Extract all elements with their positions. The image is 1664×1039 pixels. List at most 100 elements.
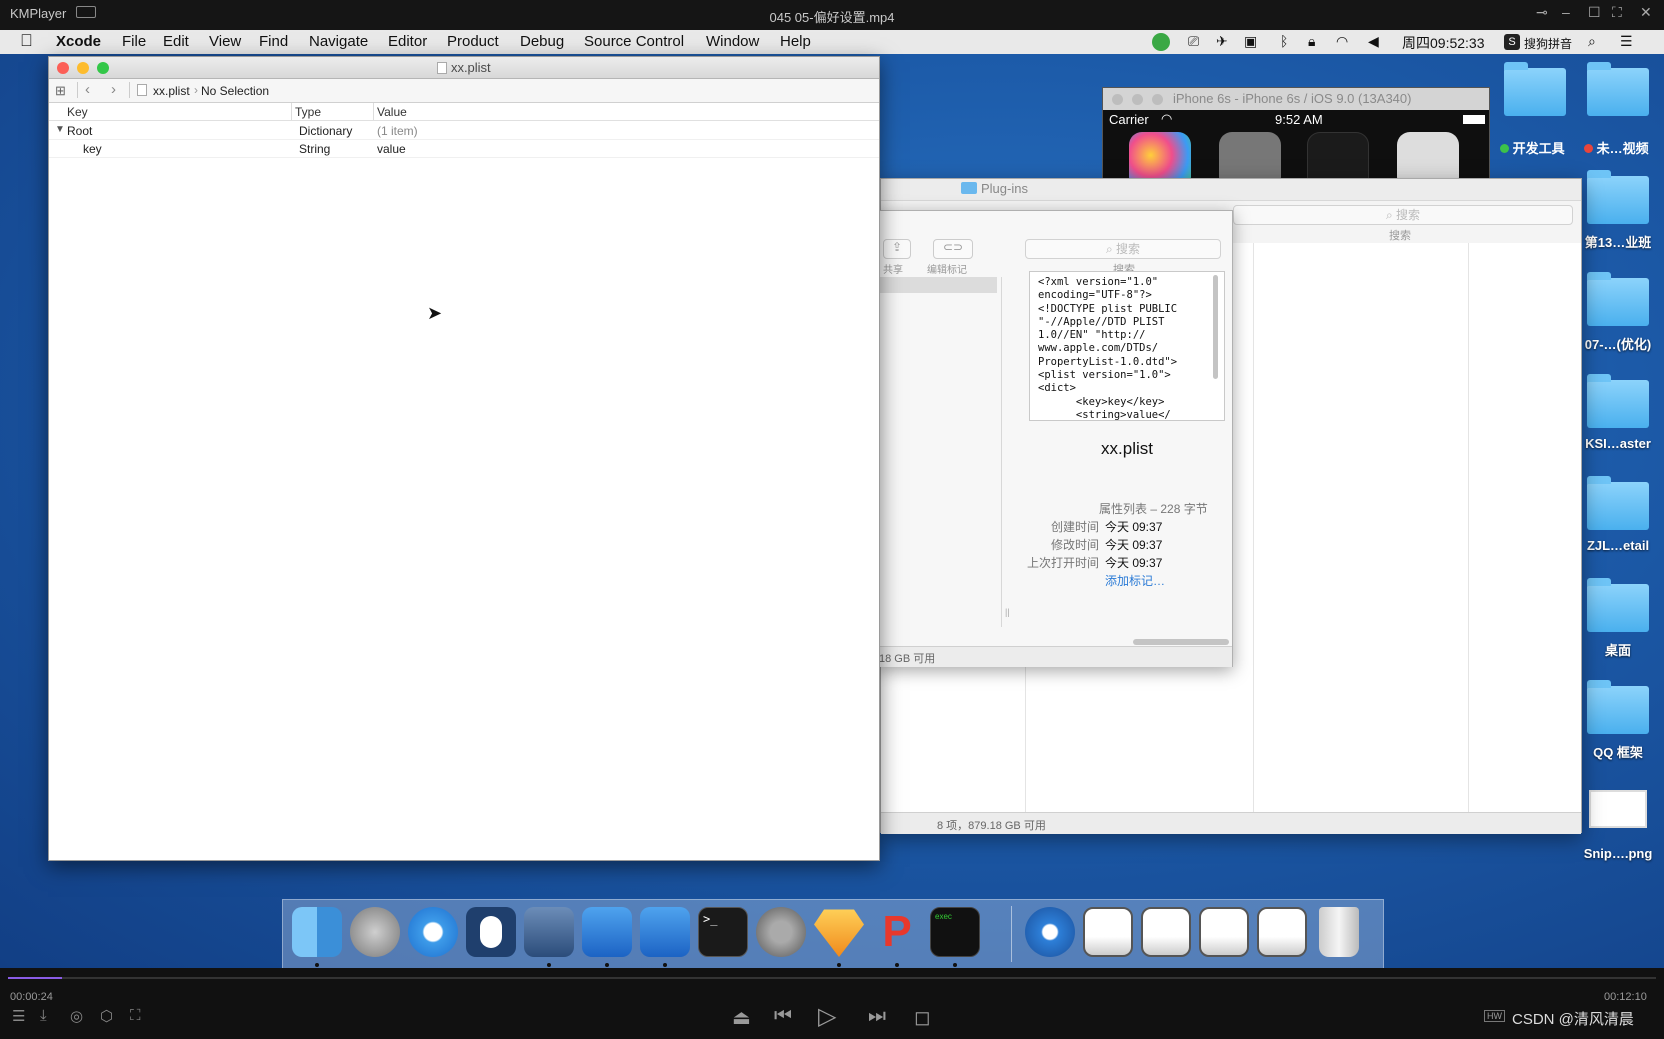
airplane-icon[interactable]: ✈ [1216,33,1228,50]
trash-dock-icon[interactable] [1319,907,1359,957]
column-resize-handle[interactable]: || [1005,607,1010,617]
preview-scrollbar[interactable] [1213,275,1218,379]
share-button[interactable]: ⇪ [883,239,911,259]
seek-bar[interactable] [8,977,1656,979]
fullscreen-icon[interactable]: ⛶ [1612,4,1622,21]
menu-file[interactable]: File [122,33,146,50]
spotlight-icon[interactable]: ⌕ [1588,33,1596,50]
desktop-folder[interactable]: ZJL…etail [1577,476,1659,553]
screenshot-dock-icon[interactable] [1199,907,1249,957]
screenshot-dock-icon[interactable] [1083,907,1133,957]
desktop-folder[interactable]: QQ 框架 [1577,680,1659,761]
desktop-tag-label[interactable]: 未…视频 [1584,138,1649,157]
edit-tags-button[interactable]: ⊂⊃ [933,239,973,259]
disclosure-triangle-icon[interactable]: ▼ [55,124,65,135]
row-key[interactable]: key [83,142,102,156]
volume-icon[interactable]: ◀ [1368,33,1379,50]
wifi-icon[interactable]: ◠ [1336,33,1348,50]
related-items-icon[interactable]: ⊞ [55,83,66,99]
plist-row-root[interactable]: ▼ Root Dictionary (1 item) [49,122,879,140]
timemachine-icon[interactable]: ⎚ [1188,33,1199,50]
sogou-icon[interactable]: S [1504,34,1520,50]
back-arrow-icon[interactable]: ‹ [85,81,90,98]
camera-icon[interactable]: ▣ [1244,33,1257,50]
finder-dock-icon[interactable] [292,907,342,957]
menu-editor[interactable]: Editor [388,33,427,50]
system-preferences-dock-icon[interactable] [756,907,806,957]
imovie-dock-icon[interactable] [524,907,574,957]
close-button[interactable] [1112,94,1123,105]
row-value[interactable]: value [377,142,406,156]
menu-debug[interactable]: Debug [520,33,564,50]
minimize-icon[interactable]: – [1562,4,1570,20]
exec-dock-icon[interactable]: exec [930,907,980,957]
menu-window[interactable]: Window [706,33,759,50]
menu-navigate[interactable]: Navigate [309,33,368,50]
xcode-plist-window[interactable]: xx.plist ⊞ ‹ › xx.plist › No Selection K… [48,56,880,861]
stop-icon[interactable]: ◻ [914,1005,931,1030]
menu-source-control[interactable]: Source Control [584,33,684,50]
quicktime-dock-icon[interactable] [1025,907,1075,957]
screenshot-dock-icon[interactable] [1257,907,1307,957]
apple-icon[interactable]:  [20,31,33,51]
screenshot-dock-icon[interactable] [1141,907,1191,957]
finder-preview-window[interactable]: ⇪ 共享 ⊂⊃ 编辑标记 ⌕ 搜索 搜索 || <?xml version="1… [876,210,1233,667]
notification-center-icon[interactable]: ☰ [1620,33,1633,50]
search-input[interactable]: ⌕ 搜索 [1025,239,1221,259]
sketch-dock-icon[interactable] [814,909,864,957]
desktop-folder[interactable] [1494,62,1576,116]
xcode-dock-icon[interactable] [582,907,632,957]
horizontal-scrollbar[interactable] [1133,639,1229,645]
zoom-button[interactable] [1152,94,1163,105]
menu-view[interactable]: View [209,33,241,50]
column-header-key[interactable]: Key [67,105,88,119]
launchpad-dock-icon[interactable] [350,907,400,957]
maximize-icon[interactable]: ☐ [1588,4,1601,21]
menu-find[interactable]: Find [259,33,288,50]
desktop-image-file[interactable]: Snip….png [1577,790,1659,861]
row-type[interactable]: Dictionary [299,124,352,138]
3d-icon[interactable]: ⬡ [100,1007,113,1025]
add-tags-link[interactable]: 添加标记… [1105,572,1165,589]
hw-badge[interactable]: HW [1484,1010,1505,1022]
paw-dock-icon[interactable]: P [872,907,922,957]
desktop-folder[interactable] [1577,62,1659,116]
column-header-type[interactable]: Type [295,105,321,119]
previous-icon[interactable]: ⏮ [774,1005,792,1028]
breadcrumb-selection[interactable]: No Selection [201,84,269,98]
desktop-folder[interactable]: 第13…业班 [1577,170,1659,251]
menu-edit[interactable]: Edit [163,33,189,50]
column-header-value[interactable]: Value [377,105,407,119]
input-method[interactable]: 搜狗拼音 [1524,35,1572,52]
forward-arrow-icon[interactable]: › [111,81,116,98]
column-divider[interactable] [291,103,292,120]
search-input[interactable]: ⌕ 搜索 [1233,205,1573,225]
mouse-app-dock-icon[interactable] [466,907,516,957]
menu-app-name[interactable]: Xcode [56,33,101,50]
desktop-folder[interactable]: 07-…(优化) [1577,272,1659,353]
close-icon[interactable]: ✕ [1640,4,1652,21]
play-icon[interactable]: ▷ [818,1002,836,1031]
plist-row-key[interactable]: key String value [49,140,879,158]
bluetooth-icon[interactable]: ᛒ [1280,33,1288,49]
eject-icon[interactable]: ⏏ [732,1005,751,1030]
menu-help[interactable]: Help [780,33,811,50]
row-type[interactable]: String [299,142,330,156]
desktop-folder[interactable]: KSI…aster [1577,374,1659,451]
download-icon[interactable]: ⤓ [40,1007,47,1024]
safari-dock-icon[interactable] [408,907,458,957]
desktop-folder[interactable]: 桌面 [1577,578,1659,659]
column-divider[interactable] [373,103,374,120]
instruments-dock-icon[interactable] [640,907,690,957]
menubar-clock[interactable]: 周四09:52:33 [1402,33,1485,53]
selected-sidebar-row[interactable] [877,277,997,293]
vr-icon[interactable]: ◎ [70,1007,83,1025]
terminal-dock-icon[interactable]: >_ [698,907,748,957]
lock-icon[interactable]: 🔒︎ [1308,33,1315,50]
status-app-icon[interactable] [1152,33,1170,51]
menu-product[interactable]: Product [447,33,499,50]
next-icon[interactable]: ⏭ [868,1005,886,1028]
breadcrumb-file[interactable]: xx.plist [153,84,190,98]
pin-icon[interactable]: ⊸ [1536,4,1548,21]
minimize-button[interactable] [1132,94,1143,105]
